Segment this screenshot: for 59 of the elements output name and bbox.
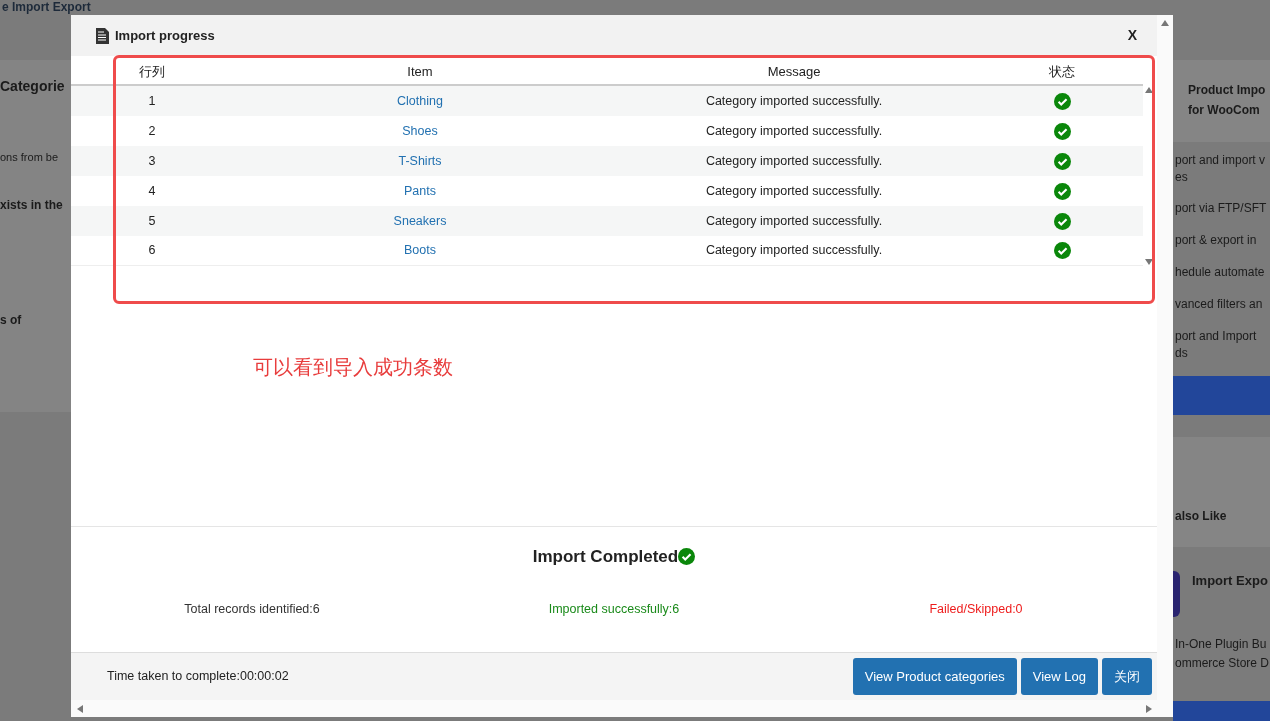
summary-stat: Imported successfully:6 [548, 601, 680, 616]
row-number: 4 [147, 182, 157, 200]
plugin-title: Import Expo [1192, 572, 1268, 590]
summary-stat: Failed/Skipped:0 [929, 601, 1023, 616]
page-text: Categorie [0, 77, 66, 96]
close-button[interactable]: X [1127, 25, 1137, 46]
success-icon [678, 548, 696, 566]
row-number: 1 [147, 92, 157, 110]
summary-heading: Import Completed [532, 546, 679, 568]
scroll-up-arrow[interactable] [1145, 86, 1153, 94]
footer-button[interactable]: View Product categories [852, 658, 1017, 695]
feature-text: port & export in [1174, 232, 1258, 249]
scroll-left-arrow[interactable] [76, 704, 84, 713]
item-link[interactable]: T-Shirts [398, 153, 442, 168]
row-number: 3 [147, 152, 157, 170]
feature-text: port via FTP/SFT [1174, 200, 1268, 217]
page-text: s of [0, 311, 23, 329]
scrollbar[interactable] [71, 700, 1173, 717]
scroll-right-arrow[interactable] [1145, 704, 1153, 713]
item-link[interactable]: Boots [404, 243, 436, 258]
scroll-down-arrow[interactable] [1145, 258, 1153, 266]
elapsed-time: Time taken to complete:00:00:02 [107, 668, 289, 686]
message-cell-text: Category imported successfully. [704, 212, 884, 230]
footer-button[interactable]: View Log [1020, 658, 1098, 695]
item-link[interactable]: Clothing [397, 93, 443, 108]
row-number: 6 [147, 242, 157, 260]
message-cell-text: Category imported successfully. [704, 152, 884, 170]
scrollbar[interactable] [1143, 86, 1155, 266]
page-text: ons from be [0, 150, 60, 165]
scrollbar[interactable] [1157, 15, 1173, 700]
feature-text: port and Import ds [1174, 328, 1258, 362]
feature-text: port and import v es [1174, 152, 1267, 186]
message-cell-text: Category imported successfully. [704, 182, 884, 200]
column-header: Message [766, 63, 822, 82]
plugin-description: In-One Plugin Bu ommerce Store D [1174, 636, 1270, 672]
plugin-icon [1173, 571, 1180, 617]
dialog-title: Import progress [115, 26, 215, 45]
feature-text: vanced filters an [1174, 296, 1264, 313]
message-cell-text: Category imported successfully. [704, 242, 884, 260]
column-header: Item [406, 63, 434, 82]
column-header: 状态 [1048, 63, 1076, 82]
annotation-text: 可以看到导入成功条数 [253, 355, 454, 380]
page-text: xists in the [0, 196, 64, 214]
item-link[interactable]: Shoes [402, 123, 438, 138]
promo-heading: Product Impo for WooCom [1173, 60, 1270, 142]
item-link[interactable]: Pants [404, 183, 436, 198]
row-number: 2 [147, 122, 157, 140]
scroll-up-arrow[interactable] [1161, 19, 1169, 27]
summary-stat: Total records identified:6 [184, 601, 320, 616]
footer-button[interactable]: 关闭 [1102, 658, 1152, 695]
page-title: e Import Export [2, 0, 92, 14]
message-cell-text: Category imported successfully. [704, 92, 884, 110]
row-number: 5 [147, 212, 157, 230]
column-header: 行列 [138, 63, 166, 82]
item-link[interactable]: Sneakers [393, 213, 447, 228]
message-cell-text: Category imported successfully. [704, 122, 884, 140]
section-heading: also Like [1173, 437, 1270, 547]
feature-text: hedule automate [1174, 264, 1266, 281]
document-icon [95, 27, 109, 44]
